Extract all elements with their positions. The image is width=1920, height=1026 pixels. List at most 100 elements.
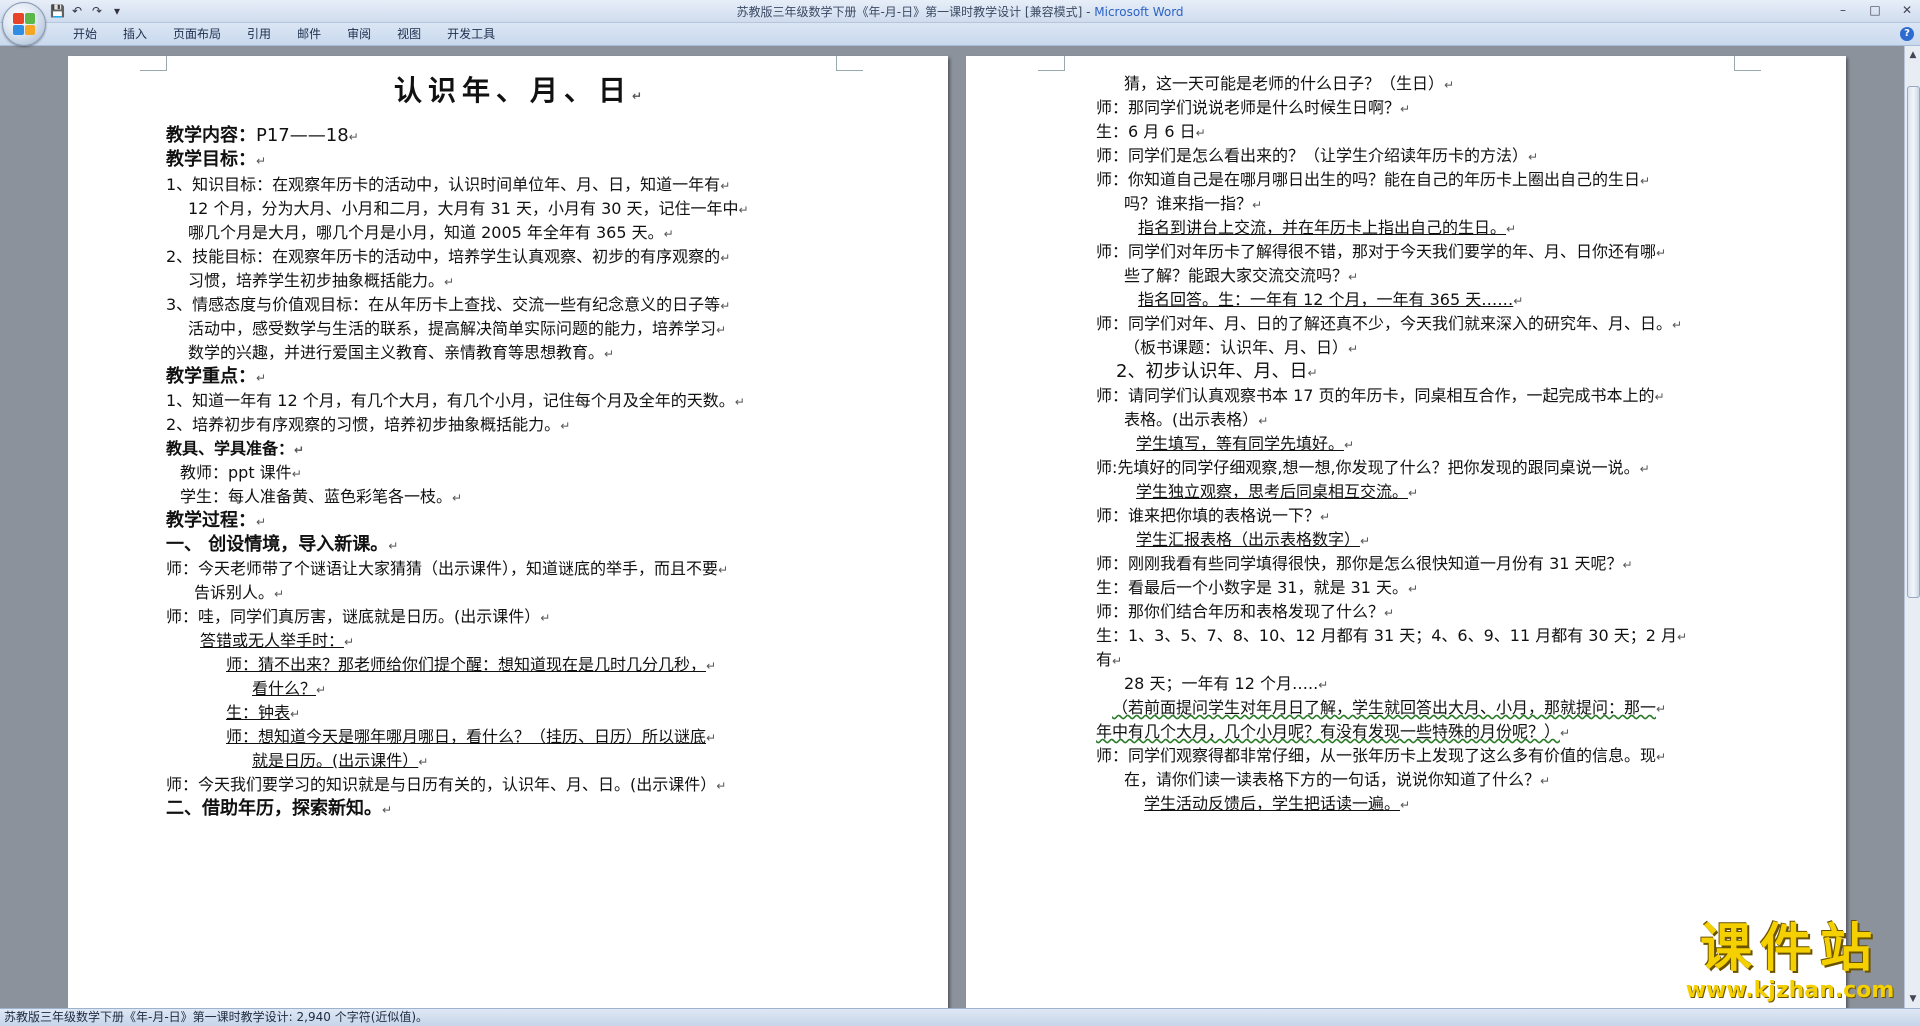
paragraph-mark-icon: ↵ bbox=[1656, 246, 1667, 260]
paragraph-mark-icon: ↵ bbox=[706, 659, 717, 673]
text-run: 年中有几个大月，几个小月呢？有没有发现一些特殊的月份呢？） bbox=[1096, 722, 1561, 741]
paragraph-line: 师：请同学们认真观察书本 17 页的年历卡，同桌相互合作，一起完成书本上的↵ bbox=[1096, 386, 1665, 407]
paragraph-mark-icon: ↵ bbox=[1560, 726, 1571, 740]
text-run: 哪几个月是大月，哪几个月是小月，知道 2005 年全年有 365 天。 bbox=[188, 223, 664, 242]
paragraph-mark-icon: ↵ bbox=[1506, 222, 1517, 236]
status-text: 苏教版三年级数学下册《年-月-日》第一课时教学设计: 2,940 个字符(近似值… bbox=[4, 1010, 429, 1024]
text-run: 教具、学具准备： bbox=[166, 439, 295, 458]
paragraph-mark-icon: ↵ bbox=[720, 179, 731, 193]
paragraph-line: 师：谁来把你填的表格说一下？↵ bbox=[1096, 506, 1330, 527]
ribbon-tab[interactable]: 开始 bbox=[60, 27, 110, 41]
paragraph-line: 指名回答。生：一年有 12 个月，一年有 365 天……↵ bbox=[1138, 290, 1523, 311]
text-run: 学生汇报表格（出示表格数字） bbox=[1136, 530, 1361, 549]
paragraph-line: （板书课题：认识年、月、日）↵ bbox=[1124, 338, 1358, 359]
text-run: 教学内容： bbox=[166, 125, 256, 146]
paragraph-line: 告诉别人。↵ bbox=[194, 583, 284, 604]
paragraph-line: 表格。(出示表格）↵ bbox=[1124, 410, 1268, 431]
paragraph-mark-icon: ↵ bbox=[256, 154, 267, 168]
paragraph-line: 师：你知道自己是在哪月哪日出生的吗？能在自己的年历卡上圈出自己的生日↵ bbox=[1096, 170, 1650, 191]
scroll-up-icon[interactable]: ▲ bbox=[1905, 48, 1920, 62]
paragraph-line: 师：想知道今天是哪年哪月哪日，看什么？（挂历、日历）所以谜底↵ bbox=[226, 727, 716, 748]
text-run: 师：想知道今天是哪年哪月哪日，看什么？（挂历、日历）所以谜底 bbox=[226, 727, 707, 746]
ribbon-tab[interactable]: 插入 bbox=[110, 27, 160, 41]
maximize-icon[interactable]: □ bbox=[1866, 2, 1884, 18]
paragraph-mark-icon: ↵ bbox=[1528, 150, 1539, 164]
help-icon[interactable]: ? bbox=[1900, 27, 1914, 41]
text-run: 师：同学们对年、月、日的了解还真不少，今天我们就来深入的研究年、月、日。 bbox=[1096, 314, 1673, 333]
paragraph-line: 习惯，培养学生初步抽象概括能力。↵ bbox=[188, 271, 454, 292]
paragraph-mark-icon: ↵ bbox=[1408, 486, 1419, 500]
left-page-content[interactable]: 认识年、月、日↵ 教学内容：P17——18↵ 教学目标：↵ 1、知识目标：在观察年历… bbox=[68, 56, 948, 1008]
paragraph-line: 1、知识目标：在观察年历卡的活动中，认识时间单位年、月、日，知道一年有↵ bbox=[166, 175, 730, 196]
paragraph-line: 吗？谁来指一指？↵ bbox=[1124, 194, 1262, 215]
paragraph-line: 师：今天老师带了个谜语让大家猜猜（出示课件），知道谜底的举手，而且不要↵ bbox=[166, 559, 728, 580]
paragraph-line: 活动中，感受数学与生活的联系，提高解决简单实际问题的能力，培养学习↵ bbox=[188, 319, 726, 340]
paragraph-mark-icon: ↵ bbox=[1656, 702, 1667, 716]
paragraph-line: 教学过程：↵ bbox=[166, 511, 266, 532]
ribbon-tab[interactable]: 视图 bbox=[384, 27, 434, 41]
watermark-url: www.kjzhan.com bbox=[1685, 978, 1895, 1003]
text-run: 师：猜不出来？那老师给你们提个醒：想知道现在是几时几分几秒， bbox=[226, 655, 707, 674]
vertical-scrollbar[interactable]: ▲ ▼ bbox=[1904, 46, 1920, 1008]
paragraph-mark-icon: ↵ bbox=[1540, 774, 1551, 788]
text-run: 教学过程： bbox=[166, 510, 256, 531]
ribbon-tab[interactable]: 邮件 bbox=[284, 27, 334, 41]
text-run: 教师：ppt 课件 bbox=[180, 463, 292, 482]
paragraph-line: 有↵ bbox=[1096, 650, 1122, 671]
paragraph-line: 年中有几个大月，几个小月呢？有没有发现一些特殊的月份呢？）↵ bbox=[1096, 722, 1570, 743]
text-run: 师：哇，同学们真厉害，谜底就是日历。(出示课件） bbox=[166, 607, 541, 626]
text-run: 生：钟表 bbox=[226, 703, 291, 722]
paragraph-line: 生：1、3、5、7、8、10、12 月都有 31 天；4、6、9、11 月都有 … bbox=[1096, 626, 1687, 647]
right-page-content[interactable]: 猜，这一天可能是老师的什么日子？（生日）↵ 师：那同学们说说老师是什么时候生日啊？… bbox=[966, 56, 1846, 1008]
minimize-icon[interactable]: – bbox=[1834, 2, 1852, 18]
paragraph-line: 生：6 月 6 日↵ bbox=[1096, 122, 1206, 143]
text-run: 1、知道一年有 12 个月，有几个大月，有几个小月，记住每个月及全年的天数。 bbox=[166, 391, 735, 410]
paragraph-mark-icon: ↵ bbox=[291, 467, 302, 481]
paragraph-line: 2、初步认识年、月、日↵ bbox=[1116, 362, 1318, 383]
paragraph-mark-icon: ↵ bbox=[1622, 558, 1633, 572]
paragraph-line: 28 天；一年有 12 个月…..↵ bbox=[1124, 674, 1328, 695]
text-run: 吗？谁来指一指？ bbox=[1124, 194, 1253, 213]
text-run: 12 个月，分为大月、小月和二月，大月有 31 天，小月有 30 天，记住一年中 bbox=[188, 199, 739, 218]
text-run: 学生：每人准备黄、蓝色彩笔各一枝。 bbox=[180, 487, 453, 506]
paragraph-line: 学生汇报表格（出示表格数字）↵ bbox=[1136, 530, 1370, 551]
window-controls: – □ ✕ bbox=[1834, 2, 1916, 18]
paragraph-line: 在，请你们读一读表格下方的一句话，说说你知道了什么？↵ bbox=[1124, 770, 1550, 791]
paragraph-mark-icon: ↵ bbox=[444, 275, 455, 289]
text-run: 师：那你们结合年历和表格发现了什么？ bbox=[1096, 602, 1385, 621]
ribbon-tab[interactable]: 引用 bbox=[234, 27, 284, 41]
paragraph-line: 2、培养初步有序观察的习惯，培养初步抽象概括能力。↵ bbox=[166, 415, 570, 436]
ribbon-tab[interactable]: 审阅 bbox=[334, 27, 384, 41]
paragraph-line: 师：同学们对年、月、日的了解还真不少，今天我们就来深入的研究年、月、日。↵ bbox=[1096, 314, 1682, 335]
ribbon-tab-bar: 开始 插入 页面布局 引用 邮件 审阅 视图 开发工具 ? bbox=[0, 23, 1920, 46]
paragraph-line: 生：钟表↵ bbox=[226, 703, 300, 724]
text-run: 习惯，培养学生初步抽象概括能力。 bbox=[188, 271, 445, 290]
page-left: 认识年、月、日↵ 教学内容：P17——18↵ 教学目标：↵ 1、知识目标：在观察年历… bbox=[68, 56, 948, 1008]
text-run: 师：谁来把你填的表格说一下？ bbox=[1096, 506, 1321, 525]
paragraph-mark-icon: ↵ bbox=[1672, 318, 1683, 332]
paragraph-line: 二、借助年历，探索新知。↵ bbox=[166, 799, 392, 820]
document-title-heading: 认识年、月、日↵ bbox=[394, 74, 649, 107]
page-right: 猜，这一天可能是老师的什么日子？（生日）↵ 师：那同学们说说老师是什么时候生日啊？… bbox=[966, 56, 1846, 1008]
office-button[interactable] bbox=[2, 2, 46, 46]
text-run: 1、知识目标：在观察年历卡的活动中，认识时间单位年、月、日，知道一年有 bbox=[166, 175, 721, 194]
ribbon-tab[interactable]: 页面布局 bbox=[160, 27, 234, 41]
document-title: 苏教版三年级数学下册《年-月-日》第一课时教学设计 [兼容模式] - bbox=[736, 5, 1095, 19]
text-run: 学生独立观察，思考后同桌相互交流。 bbox=[1136, 482, 1409, 501]
paragraph-mark-icon: ↵ bbox=[344, 635, 355, 649]
text-run: 师：请同学们认真观察书本 17 页的年历卡，同桌相互合作，一起完成书本上的 bbox=[1096, 386, 1655, 405]
paragraph-line: 师：同学们对年历卡了解得很不错，那对于今天我们要学的年、月、日你还有哪↵ bbox=[1096, 242, 1666, 263]
ribbon-tab[interactable]: 开发工具 bbox=[434, 27, 508, 41]
paragraph-line: 师：今天我们要学习的知识就是与日历有关的，认识年、月、日。(出示课件）↵ bbox=[166, 775, 726, 796]
close-icon[interactable]: ✕ bbox=[1898, 2, 1916, 18]
ribbon-tabs: 开始 插入 页面布局 引用 邮件 审阅 视图 开发工具 bbox=[60, 27, 508, 41]
paragraph-line: 师：猜不出来？那老师给你们提个醒：想知道现在是几时几分几秒，↵ bbox=[226, 655, 716, 676]
text-run: 3、情感态度与价值观目标：在从年历卡上查找、交流一些有纪念意义的日子等 bbox=[166, 295, 721, 314]
window-title: 苏教版三年级数学下册《年-月-日》第一课时教学设计 [兼容模式] - Micro… bbox=[0, 3, 1920, 20]
paragraph-line: 就是日历。(出示课件）↵ bbox=[252, 751, 428, 772]
paragraph-mark-icon: ↵ bbox=[1318, 678, 1329, 692]
paragraph-line: 答错或无人举手时：↵ bbox=[200, 631, 354, 652]
scrollbar-thumb[interactable] bbox=[1907, 86, 1920, 598]
text-run: 指名回答。生：一年有 12 个月，一年有 365 天…… bbox=[1138, 290, 1514, 309]
paragraph-mark-icon: ↵ bbox=[1384, 606, 1395, 620]
